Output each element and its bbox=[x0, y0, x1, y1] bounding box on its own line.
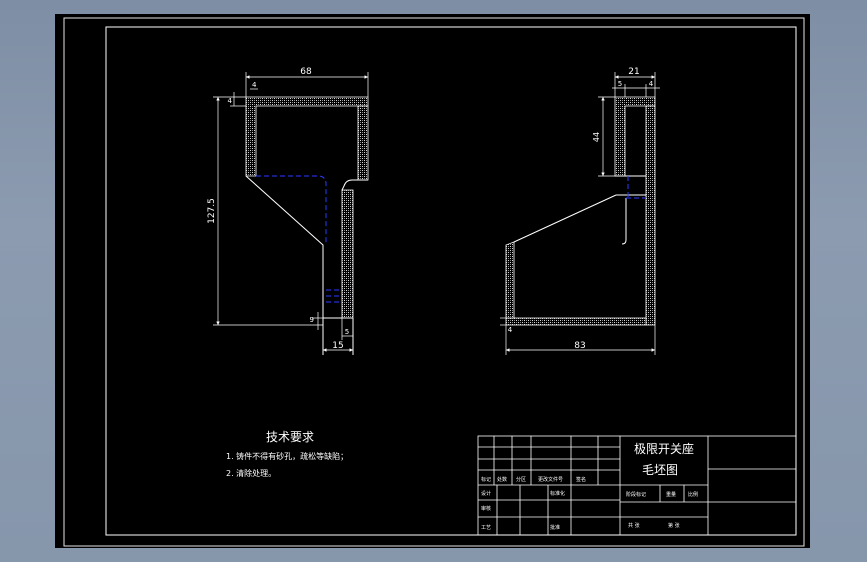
dim-front-wall-top: 4 bbox=[228, 97, 233, 105]
dim-front-width: 68 bbox=[300, 67, 312, 77]
tb-label-mark: 标记 bbox=[481, 476, 491, 483]
dim-front-bottom: 9 bbox=[310, 316, 314, 324]
tb-label-standardize: 标准化 bbox=[550, 490, 565, 497]
front-view: 68 4 4 127.5 9 5 15 bbox=[207, 67, 369, 355]
side-view-dimensions bbox=[500, 72, 660, 355]
cad-viewport[interactable]: 68 4 4 127.5 9 5 15 21 5 4 44 4 83 技术要求 … bbox=[0, 0, 867, 562]
dim-front-base-wall: 5 bbox=[345, 328, 349, 336]
front-view-hidden-lines bbox=[256, 175, 342, 303]
title-block: 极限开关座 毛坯图 标记 处数 分区 更改文件号 签名 设计 标准化 审核 工艺… bbox=[477, 435, 797, 536]
drawing-canvas: 68 4 4 127.5 9 5 15 21 5 4 44 4 83 技术要求 … bbox=[63, 17, 805, 547]
drawing-sheet: 68 4 4 127.5 9 5 15 21 5 4 44 4 83 技术要求 … bbox=[55, 14, 810, 548]
tb-label-scale: 比例 bbox=[688, 491, 698, 498]
dim-side-top-left: 5 bbox=[618, 80, 622, 88]
tb-label-weight: 重量 bbox=[666, 491, 676, 498]
inner-frame bbox=[105, 26, 797, 536]
tb-label-approve: 批准 bbox=[550, 524, 560, 531]
dim-side-bottom-left: 4 bbox=[508, 326, 513, 334]
notes-title: 技术要求 bbox=[266, 430, 314, 444]
tb-label-process: 工艺 bbox=[481, 525, 491, 531]
dim-front-wall-side: 4 bbox=[252, 81, 257, 89]
side-view: 21 5 4 44 4 83 bbox=[500, 67, 660, 355]
dim-side-top-right: 4 bbox=[649, 80, 654, 88]
tb-label-total-sheets: 共 张 bbox=[628, 522, 640, 529]
dim-side-slot-height: 44 bbox=[592, 132, 601, 142]
dim-front-base-width: 15 bbox=[332, 341, 343, 351]
notes-item-2: 2. 清除处理。 bbox=[226, 468, 276, 478]
drawing-name: 毛坯图 bbox=[642, 463, 678, 477]
outer-frame bbox=[63, 17, 805, 547]
tb-label-signature: 签名 bbox=[576, 476, 586, 483]
technical-requirements: 技术要求 1. 铸件不得有砂孔，疏松等缺陷； 2. 清除处理。 bbox=[226, 430, 348, 478]
dim-front-height: 127.5 bbox=[207, 198, 217, 224]
dim-side-length: 83 bbox=[574, 341, 585, 351]
tb-label-review: 审核 bbox=[481, 505, 491, 512]
front-view-section bbox=[245, 96, 369, 319]
tb-label-zone: 分区 bbox=[516, 476, 526, 483]
tb-label-stage: 阶段标记 bbox=[626, 491, 646, 498]
tb-label-sheet-no: 第 张 bbox=[668, 522, 680, 529]
tb-label-count: 处数 bbox=[497, 476, 507, 483]
tb-label-change-doc: 更改文件号 bbox=[538, 476, 563, 483]
notes-item-1: 1. 铸件不得有砂孔，疏松等缺陷； bbox=[226, 451, 348, 461]
side-view-outline bbox=[513, 175, 646, 245]
tb-label-design: 设计 bbox=[481, 490, 491, 497]
dim-side-top-width: 21 bbox=[628, 67, 639, 77]
part-name: 极限开关座 bbox=[634, 441, 694, 456]
